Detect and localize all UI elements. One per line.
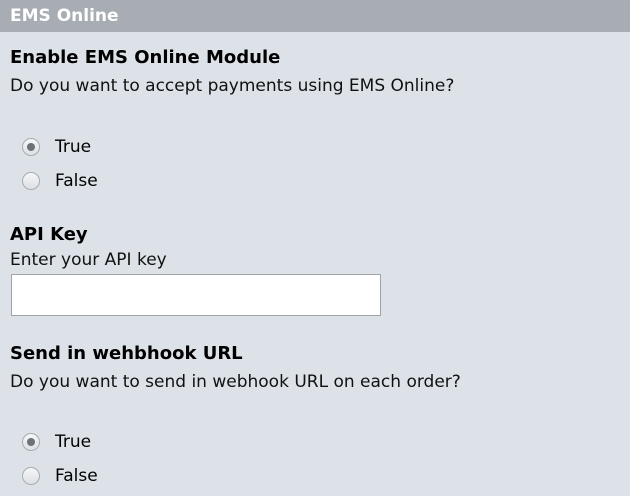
radio-label-webhook-false: False <box>55 466 98 486</box>
setting-description-api-key: Enter your API key <box>10 250 167 270</box>
radio-label-enable-true: True <box>55 137 92 157</box>
radio-label-enable-false: False <box>55 171 98 191</box>
radio-option-webhook-true[interactable]: True <box>22 430 91 454</box>
radio-option-enable-false[interactable]: False <box>22 169 98 193</box>
radio-button-enable-false[interactable] <box>22 172 40 190</box>
radio-label-webhook-true: True <box>55 432 92 452</box>
section-title: EMS Online <box>10 6 119 26</box>
radio-button-enable-true[interactable] <box>22 138 40 156</box>
radio-option-webhook-false[interactable]: False <box>22 464 98 488</box>
setting-title-webhook: Send in wehbhook URL <box>10 343 243 364</box>
api-key-input[interactable] <box>11 274 381 316</box>
setting-description-webhook: Do you want to send in webhook URL on ea… <box>10 372 461 392</box>
setting-title-api-key: API Key <box>10 224 88 245</box>
setting-description-enable-module: Do you want to accept payments using EMS… <box>10 76 455 96</box>
radio-option-enable-true[interactable]: True <box>22 135 91 159</box>
radio-button-webhook-true[interactable] <box>22 433 40 451</box>
settings-panel: EMS Online Enable EMS Online Module Do y… <box>0 0 630 496</box>
radio-button-webhook-false[interactable] <box>22 467 40 485</box>
setting-title-enable-module: Enable EMS Online Module <box>10 47 281 68</box>
section-header: EMS Online <box>0 0 630 32</box>
